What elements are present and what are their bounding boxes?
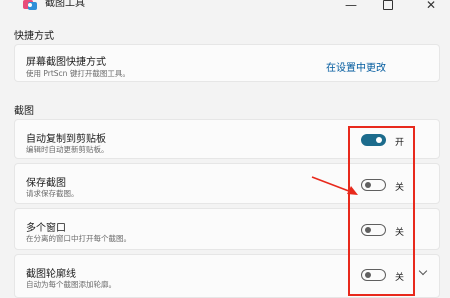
window-title: 截图工具 (45, 0, 85, 9)
setting-title: 自动复制到剪贴板 (26, 134, 106, 145)
auto-copy-toggle[interactable] (361, 134, 386, 146)
multiple-windows-toggle[interactable] (361, 224, 386, 236)
maximize-button[interactable] (381, 0, 395, 12)
change-in-settings-link[interactable]: 在设置中更改 (326, 59, 386, 74)
setting-title: 多个窗口 (26, 223, 66, 234)
snip-outline-state: 关 (395, 273, 405, 283)
snipping-tool-icon (23, 0, 37, 10)
setting-title: 截图轮廓线 (26, 269, 76, 280)
title-bar: 截图工具 — ✕ (0, 0, 450, 20)
maximize-icon (383, 0, 393, 10)
minimize-button[interactable]: — (344, 0, 358, 12)
setting-title: 保存截图 (26, 178, 66, 189)
setting-description: 自动为每个截图添加轮廓。 (26, 280, 116, 289)
toggle-knob (376, 137, 382, 143)
toggle-knob (365, 272, 371, 278)
setting-description: 请求保存截图。 (26, 189, 79, 198)
setting-description: 编辑时自动更新剪贴板。 (26, 145, 109, 154)
save-snips-toggle[interactable] (361, 179, 386, 191)
toggle-knob (365, 182, 371, 188)
section-label-shortcut: 快捷方式 (14, 31, 54, 42)
multiple-windows-state: 关 (395, 228, 405, 238)
shortcut-description: 使用 PrtScn 键打开截图工具。 (26, 69, 130, 78)
shortcut-title: 屏幕截图快捷方式 (26, 57, 106, 68)
section-label-snip: 截图 (14, 106, 34, 117)
toggle-knob (365, 227, 371, 233)
close-button[interactable]: ✕ (424, 0, 438, 12)
auto-copy-state: 开 (395, 138, 405, 148)
setting-description: 在分离的窗口中打开每个截图。 (26, 234, 131, 243)
save-snips-state: 关 (395, 183, 405, 193)
snip-outline-toggle[interactable] (361, 269, 386, 281)
